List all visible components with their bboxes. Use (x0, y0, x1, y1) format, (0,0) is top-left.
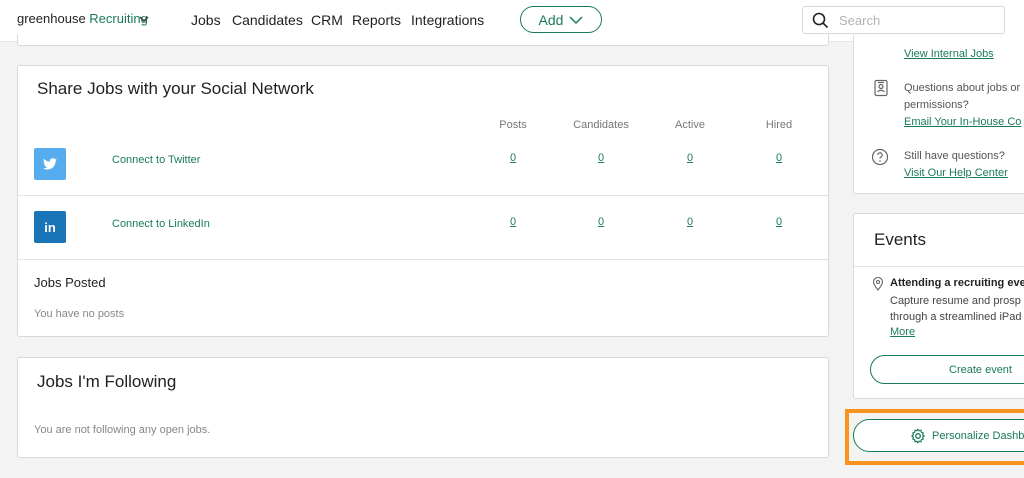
twitter-candidates-count[interactable]: 0 (571, 152, 631, 164)
create-event-label: Create event (949, 363, 1012, 376)
jobs-following-title: Jobs I'm Following (37, 372, 177, 391)
linkedin-hired-count[interactable]: 0 (749, 216, 809, 228)
create-event-button[interactable]: Create event (870, 355, 1024, 384)
questions-text-line2: permissions? (904, 99, 969, 111)
help-card: View Internal Jobs Questions about jobs … (853, 34, 1024, 194)
events-divider (854, 266, 1024, 267)
jobs-following-card: Jobs I'm Following You are not following… (17, 357, 829, 458)
linkedin-glyph: in (44, 219, 56, 235)
nav-candidates[interactable]: Candidates (232, 12, 303, 28)
linkedin-candidates-count[interactable]: 0 (571, 216, 631, 228)
event-more-link[interactable]: More (890, 326, 915, 338)
event-item-desc-line1: Capture resume and prosp (890, 295, 1021, 307)
nav-crm[interactable]: CRM (311, 12, 343, 28)
search-input[interactable] (839, 11, 999, 29)
search-icon (812, 12, 829, 29)
twitter-posts-count[interactable]: 0 (483, 152, 543, 164)
linkedin-active-count[interactable]: 0 (660, 216, 720, 228)
greenhouse-logo[interactable]: greenhouse Recruiting (17, 11, 148, 26)
nav-jobs[interactable]: Jobs (191, 12, 221, 28)
gear-icon (911, 428, 925, 444)
events-title: Events (874, 230, 926, 249)
personalize-dashboard-label: Personalize Dashb (932, 430, 1024, 442)
event-item-title: Attending a recruiting eve (890, 277, 1024, 289)
email-inhouse-link[interactable]: Email Your In-House Co (904, 116, 1021, 128)
location-pin-icon (872, 277, 884, 291)
column-header-active: Active (675, 119, 705, 131)
column-header-hired: Hired (765, 119, 793, 131)
view-internal-jobs-link[interactable]: View Internal Jobs (904, 48, 994, 60)
personalize-dashboard-button[interactable]: Personalize Dashb (853, 419, 1024, 452)
still-questions-text: Still have questions? (904, 150, 1005, 162)
nav-integrations[interactable]: Integrations (411, 12, 484, 28)
connect-linkedin-link[interactable]: Connect to LinkedIn (112, 218, 210, 230)
social-row-linkedin: in Connect to LinkedIn 0 0 0 0 (18, 196, 828, 260)
events-card: Events Attending a recruiting eve Captur… (853, 213, 1024, 399)
add-button-label: Add (538, 11, 564, 28)
contact-card-icon (874, 79, 888, 97)
column-header-posts: Posts (499, 119, 527, 131)
help-center-link[interactable]: Visit Our Help Center (904, 167, 1008, 179)
share-jobs-card: Share Jobs with your Social Network Post… (17, 65, 829, 337)
nav-reports[interactable]: Reports (352, 12, 401, 28)
add-button[interactable]: Add (520, 6, 602, 33)
social-row-twitter: Connect to Twitter 0 0 0 0 (18, 132, 828, 196)
chevron-down-icon[interactable] (138, 13, 150, 25)
search-box[interactable] (802, 6, 1005, 34)
chevron-down-icon (569, 15, 583, 24)
jobs-following-empty-text: You are not following any open jobs. (34, 424, 211, 436)
share-jobs-title: Share Jobs with your Social Network (37, 79, 314, 98)
linkedin-posts-count[interactable]: 0 (483, 216, 543, 228)
logo-brand: greenhouse (17, 11, 86, 26)
questions-text-line1: Questions about jobs or (904, 82, 1021, 94)
event-item-desc-line2: through a streamlined iPad (890, 311, 1022, 323)
question-circle-icon (871, 148, 889, 166)
connect-twitter-link[interactable]: Connect to Twitter (112, 154, 200, 166)
twitter-active-count[interactable]: 0 (660, 152, 720, 164)
linkedin-icon[interactable]: in (34, 211, 66, 243)
jobs-posted-title: Jobs Posted (34, 275, 106, 290)
column-header-candidates: Candidates (573, 119, 629, 131)
twitter-icon[interactable] (34, 148, 66, 180)
twitter-hired-count[interactable]: 0 (749, 152, 809, 164)
twitter-bird-icon (43, 158, 57, 170)
previous-card-bottom (17, 34, 829, 46)
jobs-posted-empty-text: You have no posts (34, 308, 125, 320)
